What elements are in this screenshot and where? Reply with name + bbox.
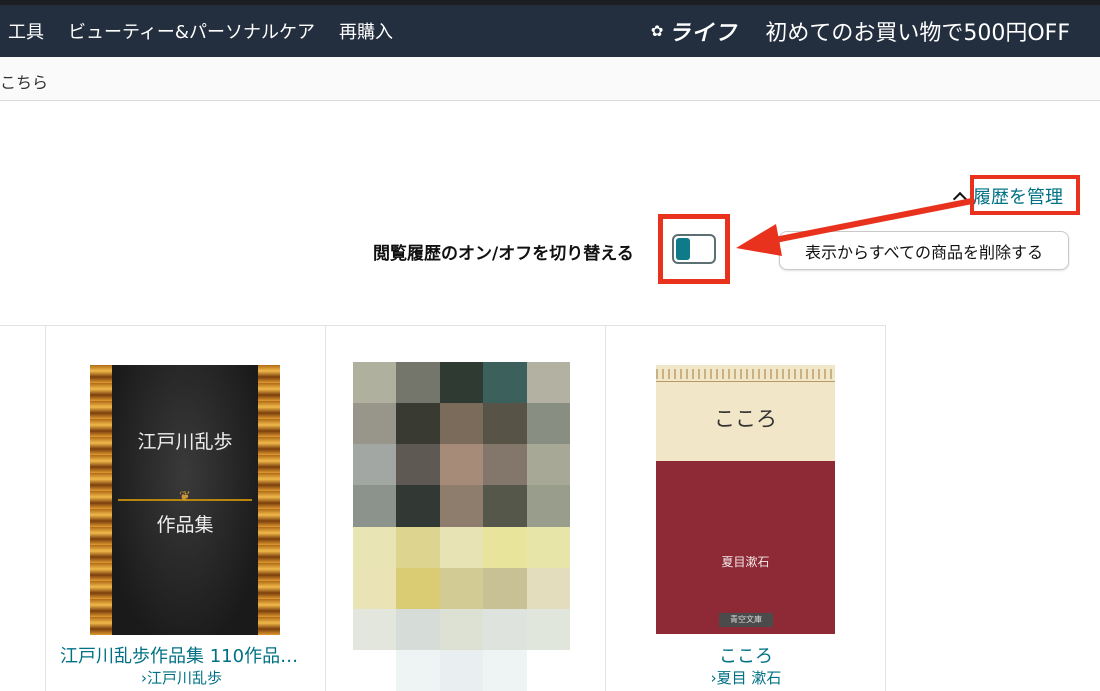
pixel-block xyxy=(483,526,527,568)
pixel-block xyxy=(396,608,440,650)
pixel-block xyxy=(353,362,397,404)
pixel-block xyxy=(353,608,397,650)
promo-banner[interactable]: ✿ ライフ 初めてのお買い物で500円OFF xyxy=(651,5,1070,57)
promo-text: 初めてのお買い物で500円OFF xyxy=(765,21,1070,46)
cover-author: 夏目漱石 xyxy=(721,555,770,569)
pixel-block xyxy=(483,403,527,445)
pixel-block xyxy=(353,403,397,445)
delete-all-button[interactable]: 表示からすべての商品を削除する xyxy=(779,231,1069,270)
pixel-block xyxy=(526,444,570,486)
history-toggle-switch[interactable] xyxy=(672,234,716,264)
cover-decoration xyxy=(656,369,835,379)
pixel-block xyxy=(353,649,397,691)
ornament-border-left xyxy=(90,365,112,635)
pixel-block xyxy=(439,403,484,445)
sub-bar: こちら xyxy=(0,57,1100,101)
nav-link-tools[interactable]: 工具 xyxy=(8,18,44,44)
pixel-block xyxy=(483,362,527,404)
pixel-block xyxy=(439,362,484,404)
cover-title-line2: 作品集 xyxy=(156,514,214,536)
pixel-block xyxy=(396,444,440,486)
cover-panel: 江戸川乱歩 ❦ 作品集 xyxy=(112,365,258,635)
highlight-box-manage xyxy=(970,175,1080,215)
cover-title-line1: 江戸川乱歩 xyxy=(137,431,233,453)
nav-links: 工具 ビューティー&パーソナルケア 再購入 xyxy=(0,5,409,57)
nav-link-rebuy[interactable]: 再購入 xyxy=(339,18,393,44)
toggle-knob xyxy=(676,238,690,260)
book-cover-kokoro[interactable]: こころ 夏目漱石 青空文庫 xyxy=(656,365,835,634)
product-title-kokoro[interactable]: こころ xyxy=(606,642,886,668)
product-author-edogawa[interactable]: ›江戸川乱歩 xyxy=(141,667,222,688)
pixel-block xyxy=(439,485,484,527)
promo-logo-text: ライフ xyxy=(668,21,738,46)
book-cover-edogawa[interactable]: 江戸川乱歩 ❦ 作品集 xyxy=(90,365,280,635)
book-cover-pixelated[interactable] xyxy=(353,362,570,691)
pixel-block xyxy=(353,444,397,486)
grid-top-border xyxy=(0,325,886,326)
pixel-block xyxy=(526,649,570,691)
clover-icon: ✿ xyxy=(650,22,665,40)
pixel-block xyxy=(526,567,570,609)
promo-logo: ✿ ライフ xyxy=(651,15,738,47)
pixel-block xyxy=(353,567,397,609)
pixel-block xyxy=(396,526,440,568)
pixel-block xyxy=(526,362,570,404)
pixel-block xyxy=(353,485,397,527)
cover-top-panel: こころ xyxy=(656,365,835,461)
cover-bottom-panel: 夏目漱石 青空文庫 xyxy=(656,461,835,634)
cover-decoration-line xyxy=(656,381,835,382)
product-title-edogawa[interactable]: 江戸川乱歩作品集 110作品… xyxy=(60,642,312,668)
cover-publisher: 青空文庫 xyxy=(719,613,773,627)
pixel-block xyxy=(483,485,527,527)
pixel-block xyxy=(396,362,440,404)
pixel-block xyxy=(439,649,484,691)
pixel-block xyxy=(526,485,570,527)
pixel-block xyxy=(396,403,440,445)
arrow-head xyxy=(736,224,782,256)
history-toggle-label: 閲覧履歴のオン/オフを切り替える xyxy=(373,244,634,264)
pixel-block xyxy=(483,444,527,486)
pixel-block xyxy=(439,608,484,650)
nav-link-beauty-personal-care[interactable]: ビューティー&パーソナルケア xyxy=(68,18,315,44)
grid-divider-3 xyxy=(605,325,606,691)
top-nav-bar: 工具 ビューティー&パーソナルケア 再購入 ✿ ライフ 初めてのお買い物で500… xyxy=(0,0,1100,57)
pixel-block xyxy=(439,567,484,609)
pixel-block xyxy=(483,608,527,650)
pixel-block xyxy=(526,526,570,568)
pixel-block xyxy=(353,526,397,568)
grid-divider-1 xyxy=(45,325,46,691)
pixel-block xyxy=(439,444,484,486)
pixel-block xyxy=(526,608,570,650)
grid-divider-2 xyxy=(325,325,326,691)
sub-bar-link[interactable]: こちら xyxy=(0,69,48,93)
chevron-up-icon xyxy=(952,191,968,207)
cover-title: こころ xyxy=(714,407,777,431)
grid-divider-4 xyxy=(885,325,886,691)
pixel-block xyxy=(526,403,570,445)
pixel-block xyxy=(483,649,527,691)
ornament-border-right xyxy=(258,365,280,635)
pixel-block xyxy=(483,567,527,609)
ornament-icon: ❦ xyxy=(179,489,191,505)
pixel-block xyxy=(439,526,484,568)
pixel-block xyxy=(396,567,440,609)
pixel-block xyxy=(396,485,440,527)
product-author-kokoro[interactable]: ›夏目 漱石 xyxy=(606,667,886,688)
pixel-block xyxy=(396,649,440,691)
